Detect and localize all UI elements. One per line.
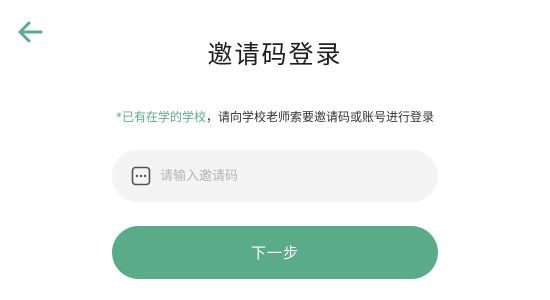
hint-text: ，请向学校老师索要邀请码或账号进行登录 [206,110,435,124]
dots-box-icon [130,165,152,187]
invite-code-field[interactable] [112,150,438,202]
page-title: 邀请码登录 [207,40,343,69]
next-button[interactable]: 下一步 [112,226,438,279]
login-hint: *已有在学的学校，请向学校老师索要邀请码或账号进行登录 [0,108,550,126]
invite-code-input[interactable] [160,168,410,184]
hint-accent-text: *已有在学的学校 [115,110,206,124]
